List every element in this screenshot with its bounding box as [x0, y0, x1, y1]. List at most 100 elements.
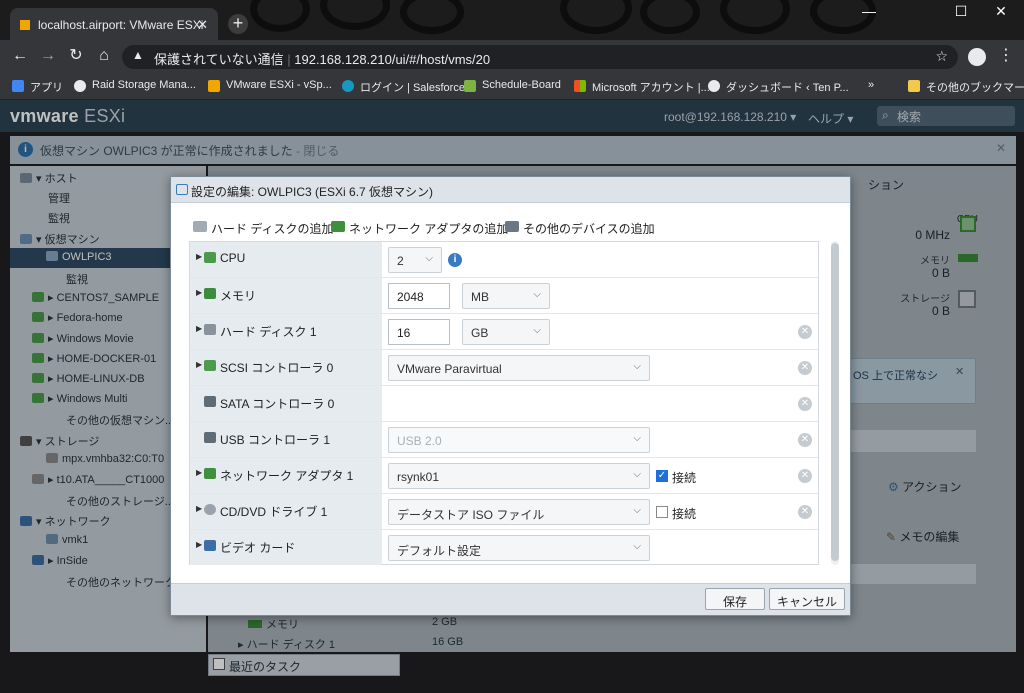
new-tab-button[interactable]: +	[228, 14, 248, 34]
forward-icon[interactable]: →	[38, 47, 58, 67]
expand-caret-icon[interactable]: ▶	[196, 324, 202, 333]
add-network-adapter-button[interactable]: ネットワーク アダプタの追加	[331, 220, 508, 237]
tab-title: localhost.airport: VMware ESXi	[38, 18, 204, 32]
edit-settings-dialog: 設定の編集: OWLPIC3 (ESXi 6.7 仮想マシン) ハード ディスク…	[170, 176, 851, 616]
scsi-type-select[interactable]: VMware Paravirtual ⌵	[388, 355, 650, 381]
expand-caret-icon[interactable]: ▶	[196, 468, 202, 477]
network-adapter-icon	[204, 468, 216, 479]
memory-icon	[204, 288, 216, 299]
sata-controller-icon	[204, 396, 216, 407]
cpu-count-select[interactable]: 2 ⌵	[388, 247, 442, 273]
memory-size-input[interactable]: 2048	[388, 283, 450, 309]
profile-avatar-icon[interactable]	[968, 48, 986, 66]
home-icon[interactable]: ⌂	[94, 47, 114, 67]
add-other-device-button[interactable]: その他のデバイスの追加	[505, 220, 655, 237]
expand-caret-icon[interactable]: ▶	[196, 252, 202, 261]
remove-device-icon[interactable]: ✕	[798, 325, 812, 339]
maximize-icon[interactable]: ☐	[946, 2, 976, 22]
hard-disk-icon	[193, 221, 207, 232]
other-bookmarks[interactable]: その他のブックマーク	[908, 79, 1024, 97]
hardware-settings-grid: ▶ CPU 2 ⌵ i ▶ メモリ 2048 MB ⌵ ▶ ハード ディスク 1 16 G…	[189, 241, 819, 565]
hardware-row-cpu: ▶ CPU 2 ⌵ i	[190, 242, 818, 278]
chevron-down-icon: ⌵	[425, 253, 433, 264]
scsi-controller-icon	[204, 360, 216, 371]
bookmark-item[interactable]: Microsoft アカウント |...	[574, 79, 710, 97]
address-bar[interactable]: ▲ 保護されていない通信 | 192.168.128.210/ui/#/host…	[122, 45, 958, 69]
chevron-down-icon: ⌵	[633, 541, 641, 552]
remove-device-icon[interactable]: ✕	[798, 361, 812, 375]
window-close-icon[interactable]: ✕	[986, 2, 1016, 22]
cpu-icon	[204, 252, 216, 263]
bookmark-item[interactable]: Raid Storage Mana...	[74, 79, 196, 97]
microsoft-icon	[574, 80, 586, 92]
network-adapter-icon	[331, 221, 345, 232]
expand-caret-icon[interactable]: ▶	[196, 504, 202, 513]
row-label[interactable]: ▶ ビデオ カード	[190, 530, 382, 565]
dialog-header: 設定の編集: OWLPIC3 (ESXi 6.7 仮想マシン)	[171, 177, 850, 203]
background-decoration	[320, 0, 390, 30]
bookmark-item[interactable]: Schedule-Board	[464, 79, 561, 97]
cd-connect-checkbox[interactable]	[656, 506, 668, 518]
video-card-select[interactable]: デフォルト設定 ⌵	[388, 535, 650, 561]
expand-caret-icon[interactable]: ▶	[196, 540, 202, 549]
video-card-icon	[204, 540, 216, 551]
bookmark-item[interactable]: ダッシュボード ‹ Ten P...	[708, 79, 849, 97]
expand-caret-icon[interactable]: ▶	[196, 360, 202, 369]
save-button[interactable]: 保存	[705, 588, 765, 610]
hardware-row-network: ▶ ネットワーク アダプタ 1 rsynk01 ⌵ ✓ 接続 ✕	[190, 458, 818, 494]
chevron-down-icon: ⌵	[533, 325, 541, 336]
cd-dvd-source-select[interactable]: データストア ISO ファイル ⌵	[388, 499, 650, 525]
hardware-row-cd-dvd: ▶ CD/DVD ドライブ 1 データストア ISO ファイル ⌵ 接続 ✕	[190, 494, 818, 530]
globe-icon	[708, 80, 720, 92]
chevron-down-icon: ⌵	[633, 505, 641, 516]
dialog-title: 設定の編集: OWLPIC3 (ESXi 6.7 仮想マシン)	[191, 185, 434, 199]
globe-icon	[74, 80, 86, 92]
back-icon[interactable]: ←	[10, 47, 30, 67]
usb-controller-icon	[204, 432, 216, 443]
bookmark-item[interactable]: ログイン | Salesforce	[342, 79, 465, 97]
remove-device-icon[interactable]: ✕	[798, 469, 812, 483]
vmware-favicon-icon	[20, 20, 30, 30]
info-icon[interactable]: i	[448, 253, 462, 267]
cd-connect-label: 接続	[672, 507, 697, 521]
row-label[interactable]: ▶ ネットワーク アダプタ 1	[190, 458, 382, 493]
remove-device-icon[interactable]: ✕	[798, 433, 812, 447]
remove-device-icon[interactable]: ✕	[798, 505, 812, 519]
menu-kebab-icon[interactable]: ⋮	[996, 47, 1016, 67]
row-label[interactable]: ▶ CD/DVD ドライブ 1	[190, 494, 382, 529]
remove-device-icon[interactable]: ✕	[798, 397, 812, 411]
network-select[interactable]: rsynk01 ⌵	[388, 463, 650, 489]
add-hard-disk-button[interactable]: ハード ディスクの追加	[193, 220, 334, 237]
network-connect-checkbox[interactable]: ✓	[656, 470, 668, 482]
row-label[interactable]: ▶ ハード ディスク 1	[190, 314, 382, 349]
schedule-icon	[464, 80, 476, 92]
expand-caret-icon[interactable]: ▶	[196, 288, 202, 297]
memory-unit-select[interactable]: MB ⌵	[462, 283, 550, 309]
vm-settings-icon	[176, 184, 188, 195]
reload-icon[interactable]: ↻	[66, 47, 86, 67]
folder-icon	[908, 80, 920, 92]
chevron-down-icon: ⌵	[633, 469, 641, 480]
warning-icon: ▲	[132, 48, 144, 62]
disk-unit-select[interactable]: GB ⌵	[462, 319, 550, 345]
disk-size-input[interactable]: 16	[388, 319, 450, 345]
row-label[interactable]: ▶ メモリ	[190, 278, 382, 313]
tab-close-icon[interactable]: ✕	[197, 17, 208, 33]
security-label: 保護されていない通信	[154, 52, 284, 67]
cancel-button[interactable]: キャンセル	[769, 588, 845, 610]
bookmark-star-icon[interactable]: ☆	[935, 48, 948, 65]
background-decoration	[640, 0, 700, 34]
bookmark-item[interactable]: アプリ	[12, 79, 63, 97]
row-label[interactable]: ▶ CPU	[190, 242, 382, 277]
row-label[interactable]: ▶ SCSI コントローラ 0	[190, 350, 382, 385]
bookmark-overflow[interactable]: »	[868, 79, 874, 97]
minimize-icon[interactable]: —	[854, 2, 884, 22]
vmware-icon	[208, 80, 220, 92]
hardware-row-memory: ▶ メモリ 2048 MB ⌵	[190, 278, 818, 314]
hardware-row-video: ▶ ビデオ カード デフォルト設定 ⌵	[190, 530, 818, 566]
usb-type-select: USB 2.0 ⌵	[388, 427, 650, 453]
bookmark-item[interactable]: VMware ESXi - vSp...	[208, 79, 332, 97]
browser-tab[interactable]: localhost.airport: VMware ESXi ✕	[10, 8, 218, 40]
scrollbar-thumb[interactable]	[831, 243, 839, 561]
dialog-scrollbar[interactable]	[831, 241, 839, 565]
